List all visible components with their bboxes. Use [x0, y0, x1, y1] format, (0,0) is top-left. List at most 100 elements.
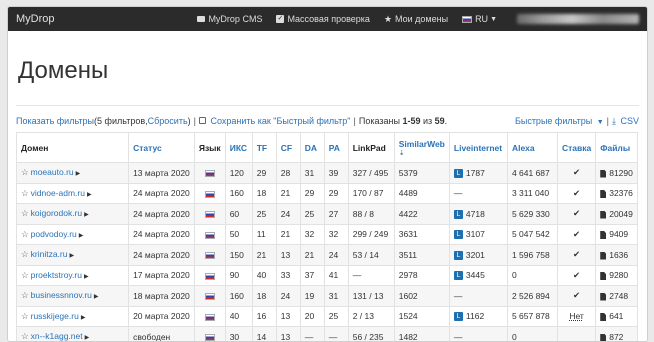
domain-link[interactable]: xn--k1agg.net: [31, 331, 83, 341]
expand-arrow-icon[interactable]: ▶: [87, 192, 92, 198]
col-cf[interactable]: CF: [275, 132, 301, 163]
favorite-star-icon[interactable]: ☆: [21, 167, 29, 177]
cell-bid: ✔: [556, 223, 597, 245]
favorite-star-icon[interactable]: ☆: [21, 331, 29, 341]
cell-pa: 25: [323, 305, 349, 327]
save-icon: [198, 117, 206, 124]
table-row: ☆ russkijege.ru ▶ 20 марта 2020 40 16 13 20 25 2 …: [15, 305, 638, 327]
liveinternet-icon: L: [453, 168, 463, 178]
expand-arrow-icon[interactable]: ▶: [69, 253, 74, 259]
nav-my-domains-label: Мои домены: [395, 14, 449, 24]
top-navbar: MyDrop MyDrop CMS ✓ Массовая проверка ★ …: [8, 7, 647, 31]
col-pa[interactable]: PA: [323, 132, 349, 163]
expand-arrow-icon[interactable]: ▶: [84, 274, 89, 280]
page-title: Домены: [18, 57, 109, 84]
col-da[interactable]: DA: [299, 132, 325, 163]
favorite-star-icon[interactable]: ☆: [21, 270, 29, 280]
user-account-menu[interactable]: [517, 14, 639, 24]
nav-bulk-check-link[interactable]: ✓ Массовая проверка: [276, 14, 370, 24]
expand-arrow-icon[interactable]: ▶: [84, 212, 89, 218]
cell-da: —: [299, 326, 325, 341]
favorite-star-icon[interactable]: ☆: [21, 290, 29, 300]
results-count: Показаны 1-59 из 59.: [358, 116, 448, 126]
file-icon: [600, 169, 607, 178]
reset-filters-link[interactable]: Сбросить: [148, 116, 188, 126]
cell-tf: 18: [251, 182, 277, 204]
cell-tf: 21: [251, 244, 277, 266]
monitor-icon: [197, 16, 206, 22]
cell-alexa: 5 629 330: [506, 203, 558, 225]
domain-link[interactable]: krinitza.ru: [31, 249, 68, 259]
expand-arrow-icon[interactable]: ▶: [94, 294, 99, 300]
cell-alexa: 0: [506, 264, 558, 286]
cell-linkpad: 88 / 8: [347, 203, 395, 225]
favorite-star-icon[interactable]: ☆: [21, 311, 29, 321]
save-quick-filter-link[interactable]: Сохранить как "Быстрый фильтр": [198, 116, 351, 126]
nav-bulk-label: Массовая проверка: [287, 14, 370, 24]
russia-flag-icon: [204, 170, 215, 177]
language-dropdown[interactable]: RU ▼: [462, 14, 497, 24]
brand-logo[interactable]: MyDrop: [16, 13, 55, 25]
cell-linkpad: 299 / 249: [347, 223, 395, 245]
col-status[interactable]: Статус: [128, 132, 195, 163]
sort-desc-icon: ⇣: [398, 149, 405, 157]
cell-status: 24 марта 2020: [128, 223, 195, 245]
domain-link[interactable]: businessnnov.ru: [31, 290, 92, 300]
cell-cf: 21: [275, 223, 301, 245]
favorite-star-icon[interactable]: ☆: [21, 208, 29, 218]
cell-language: [193, 326, 226, 341]
cell-linkpad: —: [347, 264, 395, 286]
file-icon: [600, 210, 607, 219]
cell-domain: ☆ russkijege.ru ▶: [15, 305, 130, 327]
cell-language: [193, 285, 226, 307]
cell-alexa: 4 641 687: [506, 162, 558, 184]
cell-cf: 13: [275, 305, 301, 327]
cell-iks: 160: [224, 285, 253, 307]
cell-similarweb: 3631: [393, 223, 450, 245]
cell-status: 17 марта 2020: [128, 264, 195, 286]
show-filters-link[interactable]: Показать фильтры: [16, 116, 94, 126]
domain-link[interactable]: koigorodok.ru: [31, 208, 83, 218]
export-csv-link[interactable]: ⤓ CSV: [612, 116, 639, 127]
nav-cms-link[interactable]: MyDrop CMS: [197, 14, 262, 24]
col-bid[interactable]: Ставка: [556, 132, 597, 163]
col-files[interactable]: Файлы: [595, 132, 638, 163]
cell-domain: ☆ xn--k1agg.net ▶: [15, 326, 130, 341]
col-alexa[interactable]: Alexa: [506, 132, 558, 163]
cell-bid: ✔: [556, 264, 597, 286]
domain-link[interactable]: russkijege.ru: [31, 311, 79, 321]
cell-pa: 32: [323, 223, 349, 245]
nav-my-domains-link[interactable]: ★ Мои домены: [384, 14, 448, 25]
domain-link[interactable]: podvodoy.ru: [31, 229, 77, 239]
domain-link[interactable]: vidnoe-adm.ru: [31, 188, 85, 198]
cell-status: 20 марта 2020: [128, 305, 195, 327]
col-tf[interactable]: TF: [251, 132, 277, 163]
domain-link[interactable]: proektstroy.ru: [31, 270, 82, 280]
col-iks[interactable]: ИКС: [224, 132, 253, 163]
save-quick-filter-label: Сохранить как "Быстрый фильтр": [210, 116, 351, 126]
table-row: ☆ moeauto.ru ▶ 13 марта 2020 120 29 28 31 39 327 …: [15, 162, 638, 184]
quick-filters-dropdown[interactable]: Быстрые фильтры ▼: [515, 116, 604, 126]
col-similarweb[interactable]: SimilarWeb ⇣: [393, 132, 450, 163]
favorite-star-icon[interactable]: ☆: [21, 188, 29, 198]
cell-similarweb: 1602: [393, 285, 450, 307]
cell-liveinternet: —: [448, 182, 508, 204]
table-row: ☆ podvodoy.ru ▶ 24 марта 2020 50 11 21 32 32 299 …: [15, 223, 638, 245]
expand-arrow-icon[interactable]: ▶: [79, 233, 84, 239]
cell-da: 20: [299, 305, 325, 327]
cell-iks: 50: [224, 223, 253, 245]
cell-liveinternet: —: [448, 285, 508, 307]
col-liveinternet[interactable]: Liveinternet: [448, 132, 508, 163]
domain-link[interactable]: moeauto.ru: [31, 167, 74, 177]
expand-arrow-icon[interactable]: ▶: [76, 171, 81, 177]
filters-close-paren: ): [187, 116, 191, 126]
expand-arrow-icon[interactable]: ▶: [85, 335, 90, 341]
cell-liveinternet: L 4718: [448, 203, 508, 225]
russia-flag-icon: [204, 211, 215, 218]
file-icon: [600, 251, 607, 260]
favorite-star-icon[interactable]: ☆: [21, 229, 29, 239]
cell-files: 641: [595, 305, 638, 327]
cell-tf: 25: [251, 203, 277, 225]
favorite-star-icon[interactable]: ☆: [21, 249, 29, 259]
expand-arrow-icon[interactable]: ▶: [81, 315, 86, 321]
